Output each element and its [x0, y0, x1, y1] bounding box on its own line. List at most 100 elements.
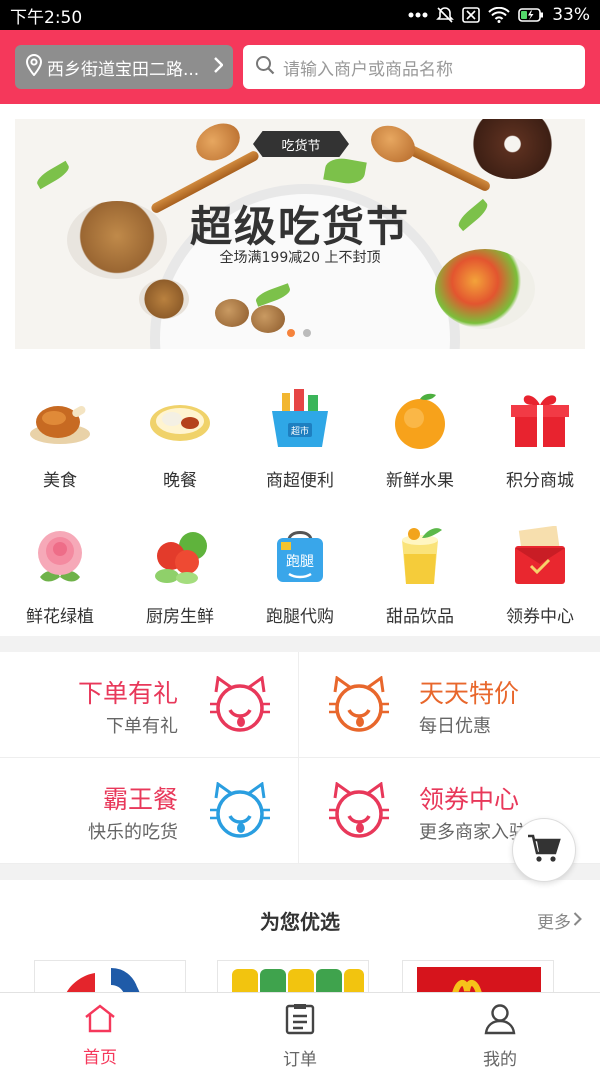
svg-text:超市: 超市 — [291, 425, 309, 437]
category-points-mall[interactable]: 积分商城 — [480, 366, 600, 502]
mute-bell-icon — [436, 6, 455, 24]
category-supermarket[interactable]: 超市 商超便利 — [240, 366, 360, 502]
chevron-right-icon — [213, 56, 224, 78]
roast-chicken-icon — [28, 388, 92, 452]
svg-text:跑腿: 跑腿 — [286, 554, 314, 570]
location-label: 西乡街道宝田二路... — [47, 59, 200, 80]
status-icons: 33% — [408, 5, 590, 25]
spoon-bowl-illustration — [364, 119, 422, 170]
store-awning-icon — [232, 969, 364, 992]
category-coupons[interactable]: 领券中心 — [480, 502, 600, 636]
cat-face-icon — [210, 676, 270, 732]
promo-free-meal[interactable]: 霸王餐 快乐的吃货 — [0, 758, 299, 864]
category-errand[interactable]: 跑腿 跑腿代购 — [240, 502, 360, 636]
category-food[interactable]: 美食 — [0, 366, 120, 502]
promo-daily-deals[interactable]: 天天特价 每日优惠 — [299, 652, 600, 758]
rose-icon — [28, 524, 92, 588]
vegetables-icon — [148, 524, 212, 588]
search-icon — [255, 55, 275, 80]
battery-percent: 33% — [552, 5, 590, 25]
chevron-right-icon — [573, 911, 582, 931]
juice-cup-icon — [388, 524, 452, 588]
category-label: 甜品饮品 — [386, 607, 454, 627]
nav-profile[interactable]: 我的 — [400, 993, 600, 1067]
leaf-illustration — [34, 160, 72, 190]
recommend-more-link[interactable]: 更多 — [537, 908, 582, 933]
promo-subtitle: 更多商家入驻 — [419, 822, 527, 843]
mint-leaf-illustration — [323, 155, 367, 187]
category-label: 领券中心 — [506, 607, 574, 627]
supermarket-basket-icon: 超市 — [268, 388, 332, 452]
category-label: 新鲜水果 — [386, 471, 454, 491]
recommend-section: 为您优选 更多 — [0, 880, 600, 992]
errand-bag-icon: 跑腿 — [268, 524, 332, 588]
promo-banner[interactable]: 吃货节 超级吃货节 全场满199减20 上不封顶 — [15, 119, 585, 349]
home-icon — [83, 1003, 117, 1037]
bottom-nav: 首页 订单 我的 — [0, 992, 600, 1067]
nav-label: 首页 — [83, 1048, 117, 1067]
walnut-illustration — [215, 299, 249, 327]
category-label: 晚餐 — [163, 471, 197, 491]
pagination-dot-active[interactable] — [287, 329, 295, 337]
user-icon — [484, 1003, 516, 1039]
pagination-dot[interactable] — [303, 329, 311, 337]
gift-box-icon — [508, 388, 572, 452]
cart-icon — [527, 833, 561, 867]
donut-illustration — [470, 119, 555, 179]
store-card[interactable] — [34, 960, 186, 992]
category-fruit[interactable]: 新鲜水果 — [360, 366, 480, 502]
cat-face-icon — [210, 782, 270, 838]
more-label: 更多 — [537, 913, 571, 933]
category-label: 美食 — [43, 471, 77, 491]
coupon-envelope-icon — [508, 524, 572, 588]
nut-bowl-illustration — [139, 279, 189, 319]
carrefour-logo-icon — [66, 968, 140, 992]
wifi-icon — [488, 7, 510, 23]
promo-title: 下单有礼 — [77, 679, 178, 708]
promo-title: 领券中心 — [419, 785, 520, 814]
category-desserts[interactable]: 甜品饮品 — [360, 502, 480, 636]
category-label: 积分商城 — [506, 471, 574, 491]
banner-title: 超级吃货节 — [189, 202, 410, 251]
banner-pagination — [287, 329, 311, 337]
mcdonalds-logo-icon — [417, 967, 541, 992]
nav-home[interactable]: 首页 — [0, 993, 200, 1067]
promo-subtitle: 每日优惠 — [419, 716, 491, 737]
category-label: 跑腿代购 — [266, 607, 334, 627]
status-time: 下午2:50 — [10, 7, 83, 28]
nav-label: 订单 — [283, 1050, 317, 1067]
location-pin-icon — [25, 53, 43, 81]
location-button[interactable]: 西乡街道宝田二路... — [15, 45, 233, 89]
promo-title: 霸王餐 — [102, 785, 178, 814]
battery-icon — [518, 7, 544, 23]
store-card[interactable] — [217, 960, 369, 992]
promo-subtitle: 快乐的吃货 — [88, 822, 178, 843]
banner-tag: 吃货节 — [253, 131, 349, 157]
category-grid: 美食 晚餐 超市 商超便利 新鲜水果 积分商城 鲜花绿植 厨房生鲜 跑腿 跑腿代… — [0, 366, 600, 636]
search-input[interactable]: 请输入商户或商品名称 — [243, 45, 585, 89]
app-header: 西乡街道宝田二路... 请输入商户或商品名称 — [0, 30, 600, 104]
more-dots-icon — [408, 12, 428, 18]
promo-title: 天天特价 — [419, 679, 520, 708]
promo-order-gift[interactable]: 下单有礼 下单有礼 — [0, 652, 299, 758]
category-flowers[interactable]: 鲜花绿植 — [0, 502, 120, 636]
category-dinner[interactable]: 晚餐 — [120, 366, 240, 502]
cat-face-icon — [329, 782, 389, 838]
promo-subtitle: 下单有礼 — [106, 716, 178, 737]
banner-section: 吃货节 超级吃货节 全场满199减20 上不封顶 — [0, 104, 600, 366]
order-list-icon — [285, 1003, 315, 1039]
category-kitchen-fresh[interactable]: 厨房生鲜 — [120, 502, 240, 636]
cat-face-icon — [329, 676, 389, 732]
banner-subtitle: 全场满199减20 上不封顶 — [219, 250, 381, 266]
cart-button[interactable] — [512, 818, 576, 882]
store-card[interactable] — [402, 960, 554, 992]
nav-orders[interactable]: 订单 — [200, 993, 400, 1067]
category-label: 鲜花绿植 — [26, 607, 94, 627]
category-label: 商超便利 — [266, 471, 334, 491]
promo-section: 下单有礼 下单有礼 天天特价 每日优惠 霸王餐 快乐的吃货 领券中心 更多商家入… — [0, 652, 600, 864]
sim-blocked-icon — [462, 7, 481, 23]
nav-label: 我的 — [483, 1050, 517, 1067]
status-bar: 下午2:50 33% — [0, 0, 600, 30]
category-label: 厨房生鲜 — [146, 607, 214, 627]
search-placeholder: 请输入商户或商品名称 — [283, 59, 453, 80]
